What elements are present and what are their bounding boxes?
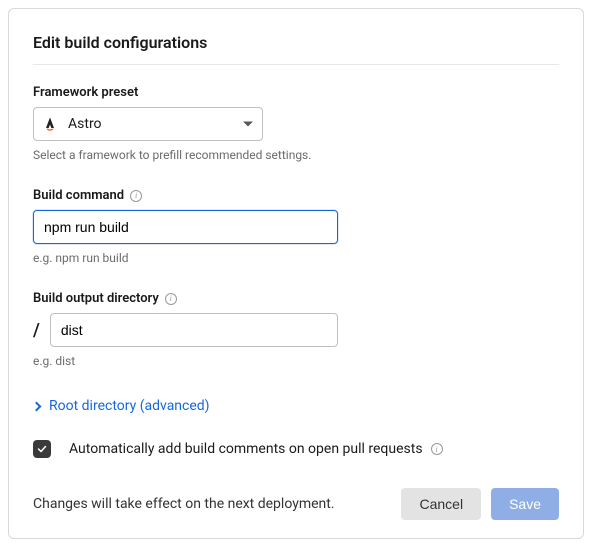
page-title: Edit build configurations bbox=[33, 33, 559, 64]
divider bbox=[33, 64, 559, 65]
save-button[interactable]: Save bbox=[491, 488, 559, 520]
auto-comments-label-text: Automatically add build comments on open… bbox=[69, 441, 423, 457]
build-config-card: Edit build configurations Framework pres… bbox=[8, 8, 584, 539]
info-icon[interactable]: i bbox=[431, 443, 443, 455]
info-icon[interactable]: i bbox=[130, 190, 142, 202]
footer-note: Changes will take effect on the next dep… bbox=[33, 496, 335, 512]
output-dir-section: Build output directory i / e.g. dist bbox=[33, 291, 559, 368]
output-dir-row: / bbox=[33, 313, 338, 347]
framework-hint: Select a framework to prefill recommende… bbox=[33, 148, 559, 162]
output-dir-input[interactable] bbox=[50, 313, 338, 347]
build-command-hint: e.g. npm run build bbox=[33, 251, 559, 265]
output-dir-hint: e.g. dist bbox=[33, 354, 559, 368]
footer-actions: Cancel Save bbox=[401, 488, 559, 520]
framework-select-wrap: Astro bbox=[33, 107, 263, 141]
framework-section: Framework preset Astro Select a framewor… bbox=[33, 85, 559, 162]
chevron-right-icon bbox=[32, 401, 42, 411]
auto-comments-checkbox[interactable] bbox=[33, 440, 51, 458]
build-command-field-wrap bbox=[33, 210, 338, 244]
build-command-label: Build command i bbox=[33, 188, 559, 203]
auto-comments-row: Automatically add build comments on open… bbox=[33, 440, 559, 458]
framework-select[interactable]: Astro bbox=[33, 107, 263, 141]
framework-value: Astro bbox=[68, 116, 102, 132]
path-slash: / bbox=[33, 320, 40, 341]
framework-label: Framework preset bbox=[33, 85, 559, 100]
astro-icon bbox=[42, 116, 58, 132]
caret-down-icon bbox=[243, 122, 253, 127]
output-dir-label-text: Build output directory bbox=[33, 291, 159, 306]
build-command-input[interactable] bbox=[33, 210, 338, 244]
auto-comments-label: Automatically add build comments on open… bbox=[69, 441, 443, 457]
build-command-label-text: Build command bbox=[33, 188, 124, 203]
output-dir-label: Build output directory i bbox=[33, 291, 559, 306]
root-directory-label: Root directory (advanced) bbox=[49, 398, 210, 414]
cancel-button[interactable]: Cancel bbox=[401, 488, 481, 520]
build-command-section: Build command i e.g. npm run build bbox=[33, 188, 559, 265]
framework-label-text: Framework preset bbox=[33, 85, 138, 100]
info-icon[interactable]: i bbox=[165, 293, 177, 305]
footer: Changes will take effect on the next dep… bbox=[33, 488, 559, 520]
root-directory-toggle[interactable]: Root directory (advanced) bbox=[33, 398, 210, 414]
